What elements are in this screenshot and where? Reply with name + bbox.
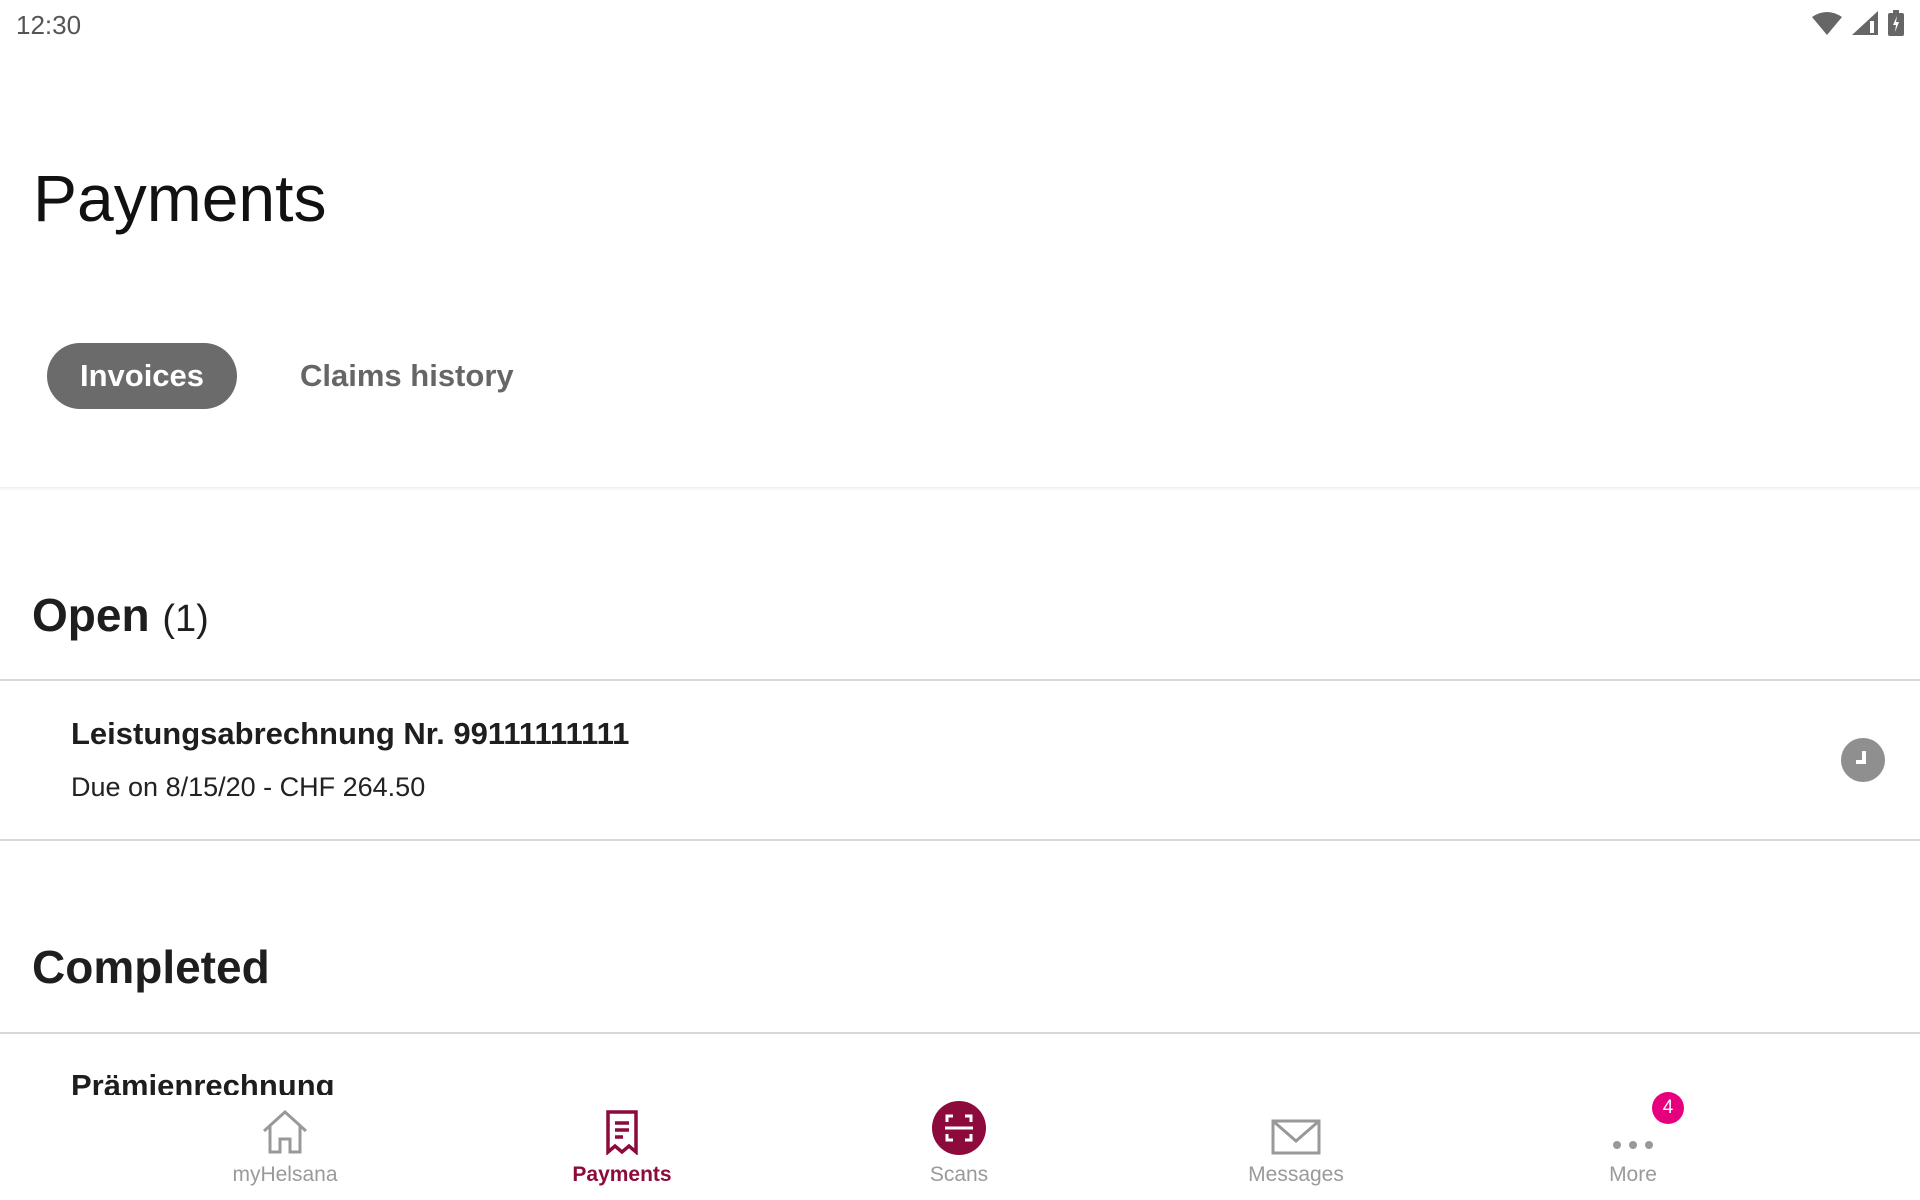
nav-payments[interactable]: Payments (522, 1095, 722, 1200)
wifi-icon (1812, 12, 1842, 35)
notification-badge: 4 (1652, 1092, 1684, 1124)
divider (0, 1032, 1920, 1034)
home-icon (262, 1109, 308, 1154)
nav-messages[interactable]: Messages (1196, 1095, 1396, 1200)
scan-icon (932, 1101, 986, 1155)
nav-myhelsana[interactable]: myHelsana (185, 1095, 385, 1200)
nav-more[interactable]: More (1533, 1095, 1733, 1200)
bottom-navigation: myHelsana Payments Scans Messages More (0, 1095, 1920, 1200)
receipt-icon (606, 1110, 638, 1155)
header-divider (0, 487, 1920, 491)
clock-icon (1841, 738, 1885, 782)
open-section-heading: Open (1) (32, 588, 209, 642)
battery-charging-icon (1888, 10, 1904, 36)
tab-invoices[interactable]: Invoices (47, 343, 237, 409)
envelope-icon (1271, 1119, 1321, 1155)
invoice-title: Leistungsabrechnung Nr. 99111111111 (71, 716, 630, 751)
nav-scans[interactable]: Scans (859, 1095, 1059, 1200)
status-icons (1812, 10, 1904, 36)
invoice-list-item[interactable]: Leistungsabrechnung Nr. 99111111111 Due … (0, 681, 1920, 839)
open-count: (1) (162, 598, 209, 640)
more-icon (1613, 1141, 1653, 1149)
invoice-subtitle: Due on 8/15/20 - CHF 264.50 (71, 772, 426, 802)
tab-claims-history[interactable]: Claims history (300, 343, 514, 409)
open-label: Open (32, 589, 150, 641)
signal-icon (1852, 11, 1878, 35)
nav-label: Scans (929, 1163, 989, 1186)
status-time: 12:30 (16, 10, 82, 40)
nav-label: More (1609, 1163, 1657, 1186)
page-title: Payments (33, 161, 327, 235)
completed-section-heading: Completed (32, 941, 270, 993)
nav-label: Payments (572, 1163, 672, 1186)
nav-label: Messages (1248, 1163, 1344, 1186)
nav-label: myHelsana (232, 1163, 338, 1186)
divider (0, 839, 1920, 841)
